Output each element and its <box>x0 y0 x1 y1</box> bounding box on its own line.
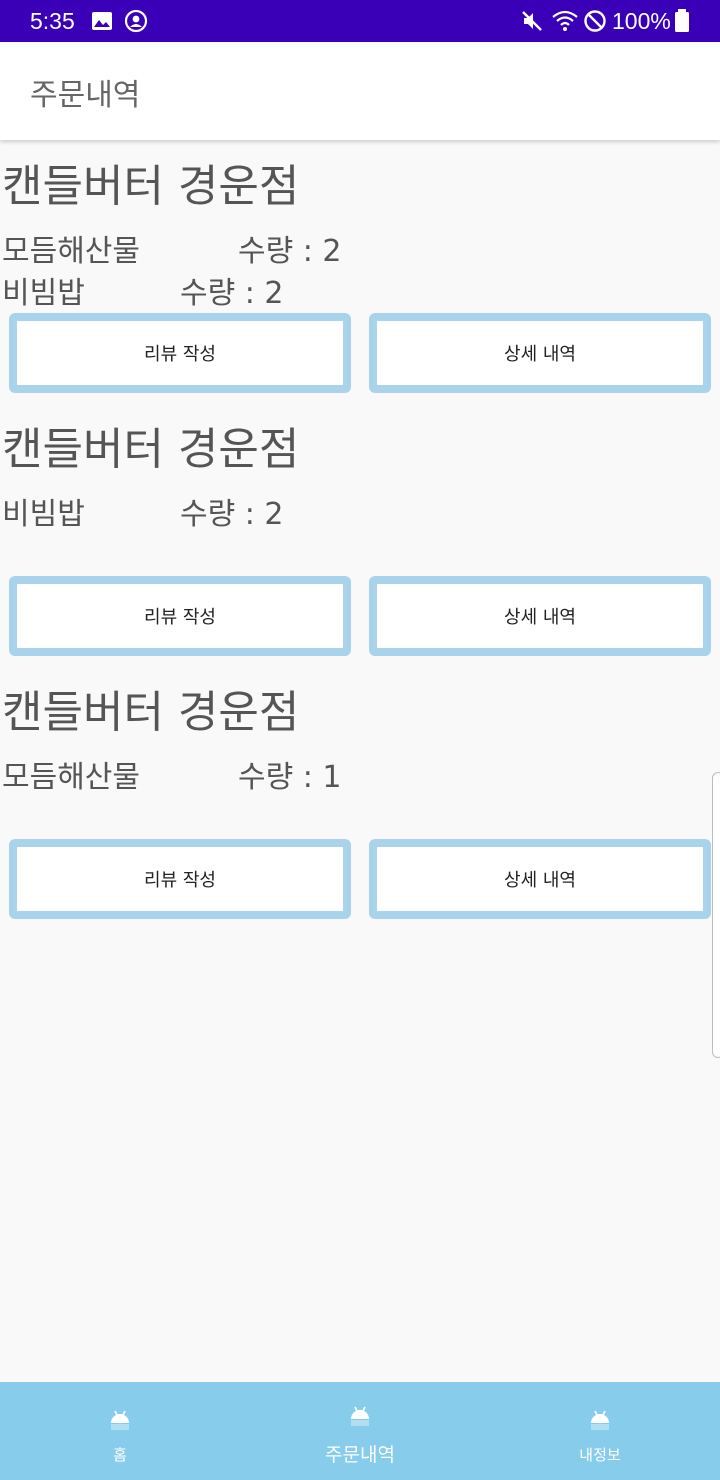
nav-label-home: 홈 <box>113 1446 127 1464</box>
nav-label-orders: 주문내역 <box>325 1444 395 1466</box>
item-name: 비빔밥 <box>2 276 85 311</box>
battery-icon <box>675 9 689 32</box>
item-name: 모듬해산물 <box>2 760 140 795</box>
write-review-button[interactable]: 리뷰 작성 <box>9 576 351 656</box>
item-quantity: 수량 : 2 <box>238 234 342 269</box>
app-bar: 주문내역 <box>0 42 720 140</box>
order-detail-button[interactable]: 상세 내역 <box>369 313 711 393</box>
store-name: 캔들버터 경운점 <box>2 161 300 212</box>
write-review-button[interactable]: 리뷰 작성 <box>9 313 351 393</box>
battery-percentage: 100% <box>612 8 671 34</box>
status-time: 5:35 <box>30 8 75 34</box>
edge-panel-handle[interactable] <box>712 772 720 1058</box>
android-icon <box>111 1410 129 1430</box>
store-name: 캔들버터 경운점 <box>2 687 300 738</box>
order-card: 캔들버터 경운점 모듬해산물 수량 : 1 리뷰 작성 상세 내역 <box>0 666 720 929</box>
image-icon <box>92 12 112 30</box>
account-circle-icon <box>124 9 148 33</box>
store-name: 캔들버터 경운점 <box>2 424 300 475</box>
order-item: 비빔밥 수량 : 2 <box>2 489 402 532</box>
order-detail-button[interactable]: 상세 내역 <box>369 576 711 656</box>
android-icon <box>351 1406 369 1426</box>
mute-icon <box>522 11 542 31</box>
do-not-disturb-icon <box>584 10 606 32</box>
order-list: 캔들버터 경운점 모듬해산물 수량 : 2 비빔밥 수량 : 2 리뷰 작성 상… <box>0 140 720 929</box>
order-item: 모듬해산물 수량 : 1 <box>2 752 402 795</box>
item-name: 비빔밥 <box>2 497 85 532</box>
item-quantity: 수량 : 2 <box>180 276 284 311</box>
order-item: 모듬해산물 수량 : 2 <box>2 226 402 269</box>
order-card: 캔들버터 경운점 모듬해산물 수량 : 2 비빔밥 수량 : 2 리뷰 작성 상… <box>0 140 720 403</box>
nav-label-my-info: 내정보 <box>579 1446 621 1464</box>
write-review-button[interactable]: 리뷰 작성 <box>9 839 351 919</box>
item-quantity: 수량 : 2 <box>180 497 284 532</box>
order-detail-button[interactable]: 상세 내역 <box>369 839 711 919</box>
nav-item-my-info[interactable]: 내정보 <box>480 1382 720 1480</box>
order-card: 캔들버터 경운점 비빔밥 수량 : 2 리뷰 작성 상세 내역 <box>0 403 720 666</box>
order-item: 비빔밥 수량 : 2 <box>2 268 402 311</box>
item-quantity: 수량 : 1 <box>238 760 342 795</box>
bottom-navigation: 홈 주문내역 내정보 <box>0 1382 720 1480</box>
page-title: 주문내역 <box>30 78 141 113</box>
android-icon <box>591 1410 609 1430</box>
status-bar: 5:35 100% <box>0 0 720 42</box>
nav-item-home[interactable]: 홈 <box>0 1382 240 1480</box>
item-name: 모듬해산물 <box>2 234 140 269</box>
wifi-icon <box>552 10 578 31</box>
nav-item-orders[interactable]: 주문내역 <box>240 1382 480 1480</box>
